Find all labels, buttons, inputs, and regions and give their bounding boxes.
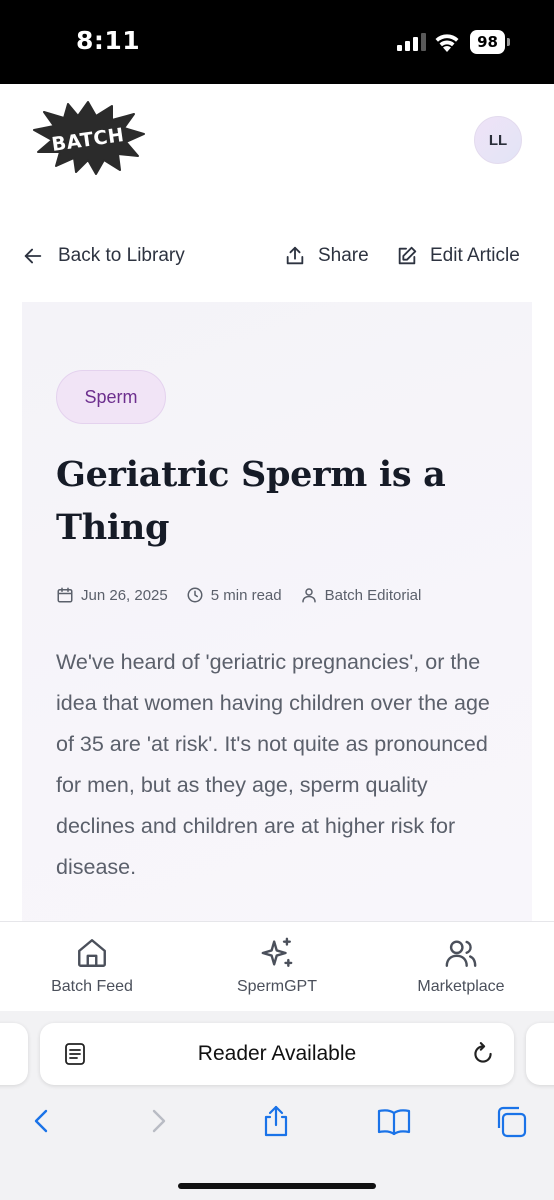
user-icon xyxy=(301,588,316,603)
author-text: Batch Editorial xyxy=(324,586,422,604)
article-meta: Jun 26, 2025 5 min read Batch Editorial xyxy=(56,586,439,604)
back-to-library-label: Back to Library xyxy=(58,245,185,266)
batch-logo[interactable]: BATCH xyxy=(30,100,146,176)
edit-article-label: Edit Article xyxy=(430,245,520,266)
status-time: 8:11 xyxy=(76,26,141,55)
nav-label-spermgpt: SpermGPT xyxy=(236,978,317,995)
reader-available-label: Reader Available xyxy=(197,1042,357,1065)
reload-icon[interactable] xyxy=(470,1041,496,1067)
calendar-icon xyxy=(57,587,73,603)
article-read-time: 5 min read xyxy=(186,586,282,604)
reader-icon[interactable] xyxy=(64,1042,86,1066)
nav-spermgpt[interactable]: SpermGPT xyxy=(202,936,352,996)
edit-icon xyxy=(398,246,417,265)
read-time-text: 5 min read xyxy=(210,586,282,604)
edit-article-button[interactable]: Edit Article xyxy=(396,240,520,272)
nav-label-batch-feed: Batch Feed xyxy=(51,978,133,995)
clock-icon xyxy=(187,587,203,603)
next-tab-preview[interactable] xyxy=(526,1023,554,1085)
status-bar: 8:11 98 xyxy=(0,0,554,84)
wifi-icon xyxy=(435,34,459,52)
article-card: Sperm Geriatric Sperm is a Thing Jun 26,… xyxy=(22,302,532,922)
nav-marketplace[interactable]: Marketplace xyxy=(386,936,536,996)
arrow-left-icon xyxy=(24,248,42,264)
users-icon xyxy=(445,940,477,967)
category-tag[interactable]: Sperm xyxy=(56,370,166,424)
forward-arrow-icon[interactable] xyxy=(142,1103,178,1139)
back-to-library-link[interactable]: Back to Library xyxy=(22,240,185,272)
back-arrow-icon[interactable] xyxy=(22,1103,58,1139)
bottom-nav: Batch Feed SpermGPT Marketplace xyxy=(0,921,554,1011)
cellular-signal-icon xyxy=(397,33,426,51)
article-date-text: Jun 26, 2025 xyxy=(81,586,168,604)
nav-batch-feed[interactable]: Batch Feed xyxy=(17,936,167,996)
battery-indicator: 98 xyxy=(470,30,510,54)
bookmarks-icon[interactable] xyxy=(376,1103,412,1139)
tabs-icon[interactable] xyxy=(494,1103,530,1139)
share-label: Share xyxy=(318,245,369,266)
user-avatar[interactable]: LL xyxy=(474,116,522,164)
article-excerpt: We've heard of 'geriatric pregnancies', … xyxy=(56,650,490,879)
article-author: Batch Editorial xyxy=(300,586,422,604)
share-icon xyxy=(286,246,304,265)
home-indicator xyxy=(178,1183,376,1189)
article-date: Jun 26, 2025 xyxy=(56,586,168,604)
address-bar[interactable]: Reader Available xyxy=(40,1023,514,1085)
battery-level: 98 xyxy=(470,30,505,54)
home-icon xyxy=(78,939,106,967)
browser-toolbar: Reader Available xyxy=(0,1011,554,1200)
share-button[interactable]: Share xyxy=(284,240,369,272)
nav-label-marketplace: Marketplace xyxy=(417,978,505,995)
previous-tab-preview[interactable] xyxy=(0,1023,28,1085)
share-sheet-icon[interactable] xyxy=(258,1103,294,1139)
article-title: Geriatric Sperm is a Thing xyxy=(56,454,446,548)
sparkles-icon xyxy=(261,937,293,967)
